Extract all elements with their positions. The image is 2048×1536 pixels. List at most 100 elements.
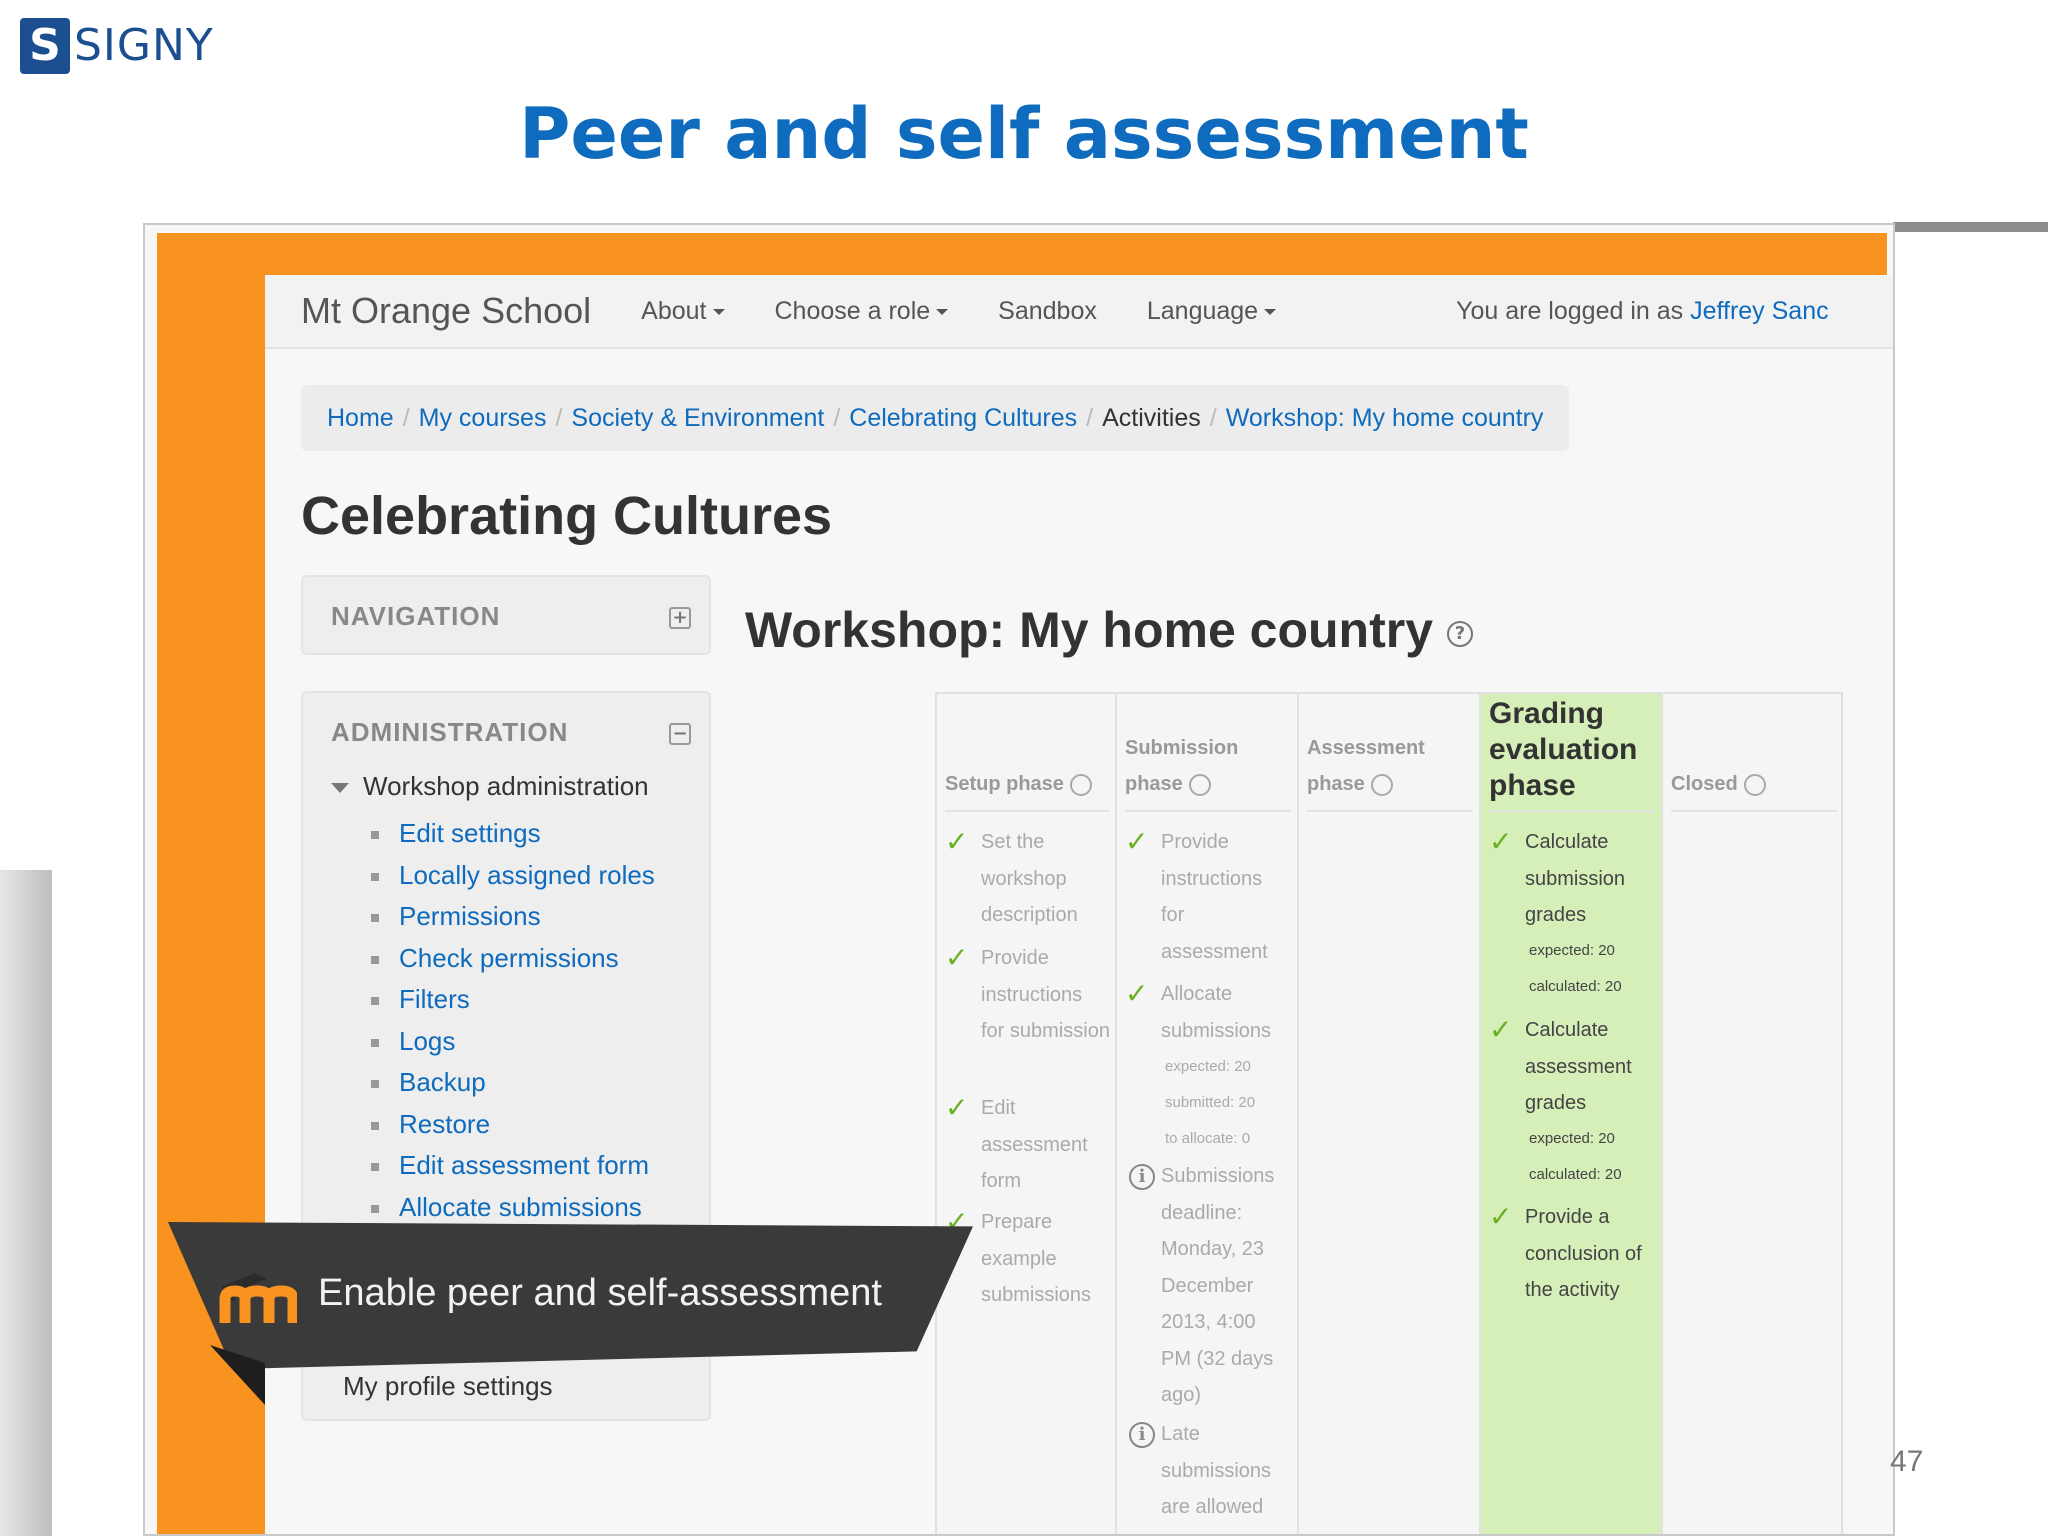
admin-link-filters[interactable]: Filters: [371, 979, 655, 1021]
allocate-to-allocate: to allocate: 0: [1165, 1130, 1251, 1147]
grading-task-label[interactable]: Calculate submission grades: [1525, 824, 1655, 934]
assessment-phase-column: Assessment phase: [1299, 694, 1481, 1534]
decorative-line: [1893, 222, 2048, 232]
breadcrumb-separator: /: [833, 403, 841, 432]
setup-task-label[interactable]: Provide instructions for submission: [981, 940, 1111, 1050]
dock-block-icon[interactable]: +: [669, 607, 691, 629]
breadcrumb-my-courses[interactable]: My courses: [419, 404, 547, 433]
bullet-icon: [371, 831, 379, 840]
submission-phase-label-line1: Submission: [1125, 737, 1239, 759]
workshop-phases-table: Setup phase ✓ Set the workshop descriptio…: [935, 692, 1843, 1534]
submission-grades-expected: expected: 20: [1529, 942, 1615, 959]
my-profile-settings[interactable]: My profile settings: [343, 1371, 553, 1402]
check-icon: ✓: [1489, 825, 1513, 858]
bullet-icon: [371, 914, 379, 923]
setup-phase-column: Setup phase ✓ Set the workshop descriptio…: [937, 694, 1117, 1534]
switch-phase-icon[interactable]: [1188, 773, 1211, 796]
administration-links: Edit settings Locally assigned roles Per…: [371, 813, 655, 1228]
presentation-slide: S SIGNY Peer and self assessment Mt Oran…: [0, 0, 2048, 1536]
admin-link-permissions[interactable]: Permissions: [371, 896, 655, 938]
check-icon: ✓: [1489, 1013, 1513, 1046]
navigation-block: NAVIGATION +: [301, 575, 711, 655]
navigation-block-title: NAVIGATION: [331, 601, 501, 631]
submission-task-label[interactable]: Allocate submissions: [1161, 976, 1291, 1049]
workshop-title-text: Workshop: My home country: [745, 602, 1434, 658]
admin-link-check-permissions[interactable]: Check permissions: [371, 938, 655, 980]
caret-down-icon: [1264, 308, 1277, 315]
admin-link-allocate-submissions[interactable]: Allocate submissions: [371, 1187, 655, 1229]
switch-phase-icon[interactable]: [1370, 773, 1393, 796]
bullet-icon: [371, 1204, 379, 1213]
breadcrumb-activities: Activities: [1102, 403, 1201, 432]
workshop-administration-node[interactable]: Workshop administration: [331, 771, 649, 802]
menu-language-label: Language: [1146, 296, 1259, 325]
admin-link-logs[interactable]: Logs: [371, 1021, 655, 1063]
closed-phase-header[interactable]: Closed: [1671, 694, 1837, 812]
collapse-block-icon[interactable]: −: [669, 723, 691, 745]
setup-task-label[interactable]: Edit assessment form: [981, 1090, 1111, 1200]
menu-sandbox[interactable]: Sandbox: [998, 297, 1097, 326]
bullet-icon: [371, 955, 379, 964]
submission-grades-calculated: calculated: 20: [1529, 978, 1622, 995]
admin-link-restore[interactable]: Restore: [371, 1104, 655, 1146]
setup-task-label[interactable]: Prepare example submissions: [981, 1204, 1111, 1314]
slide-page-number: 47: [1890, 1445, 1924, 1478]
assessment-phase-header[interactable]: Assessment phase: [1307, 694, 1473, 812]
logged-user-link[interactable]: Jeffrey Sanc: [1690, 297, 1829, 325]
info-icon: i: [1129, 1164, 1155, 1190]
submission-task-label[interactable]: Provide instructions for assessment: [1161, 824, 1291, 970]
admin-link-label: Allocate submissions: [399, 1191, 642, 1222]
check-icon: ✓: [1125, 977, 1149, 1010]
check-icon: ✓: [1489, 1200, 1513, 1233]
menu-language[interactable]: Language: [1146, 296, 1277, 326]
submission-phase-header[interactable]: Submission phase: [1125, 694, 1291, 812]
assessment-phase-title: Assessment phase: [1307, 730, 1425, 802]
banner-caption: Enable peer and self-assessment: [318, 1272, 882, 1314]
breadcrumb-separator: /: [1209, 403, 1217, 432]
caret-down-icon: [936, 308, 949, 315]
breadcrumb-home[interactable]: Home: [327, 404, 394, 433]
site-brand[interactable]: Mt Orange School: [301, 290, 591, 332]
expand-triangle-icon: [331, 783, 349, 794]
administration-block-title: ADMINISTRATION: [331, 717, 569, 747]
bullet-icon: [371, 872, 379, 881]
workshop-administration-label: Workshop administration: [363, 771, 649, 801]
check-icon: ✓: [945, 825, 969, 858]
menu-choose-role[interactable]: Choose a role: [775, 297, 949, 326]
menu-choose-role-label: Choose a role: [774, 296, 931, 325]
admin-link-label: Locally assigned roles: [399, 859, 655, 890]
breadcrumb-course[interactable]: Celebrating Cultures: [849, 404, 1077, 433]
switch-phase-icon[interactable]: [1743, 773, 1766, 796]
grading-task-label[interactable]: Calculate assessment grades: [1525, 1012, 1655, 1122]
caret-down-icon: [712, 308, 725, 315]
bullet-icon: [371, 1163, 379, 1172]
breadcrumb: Home / My courses / Society & Environment /…: [301, 385, 1570, 451]
admin-link-label: Backup: [399, 1067, 486, 1097]
switch-phase-icon[interactable]: [1069, 773, 1092, 796]
check-icon: ✓: [945, 1091, 969, 1124]
admin-link-locally-assigned-roles[interactable]: Locally assigned roles: [371, 855, 655, 897]
grading-task-label[interactable]: Provide a conclusion of the activity: [1525, 1199, 1655, 1309]
grading-phase-title: Grading evaluation phase: [1489, 697, 1638, 802]
grading-evaluation-phase-column: Grading evaluation phase ✓ Calculate subm…: [1481, 694, 1663, 1534]
setup-phase-header[interactable]: Setup phase: [945, 694, 1109, 812]
closed-phase-column: Closed: [1663, 694, 1843, 1534]
admin-link-edit-settings[interactable]: Edit settings: [371, 813, 655, 855]
help-icon[interactable]: ?: [1446, 620, 1473, 647]
admin-link-label: Check permissions: [399, 942, 619, 973]
assessment-grades-expected: expected: 20: [1529, 1130, 1615, 1147]
submission-deadline: Submissions deadline: Monday, 23 Decembe…: [1161, 1165, 1275, 1406]
admin-link-label: Edit assessment form: [399, 1150, 649, 1180]
grading-phase-header[interactable]: Grading evaluation phase: [1489, 694, 1655, 812]
setup-phase-title: Setup phase: [945, 766, 1092, 802]
breadcrumb-workshop[interactable]: Workshop: My home country: [1226, 404, 1544, 433]
bullet-icon: [371, 997, 379, 1006]
bullet-icon: [371, 1121, 379, 1130]
setup-task-label[interactable]: Set the workshop description: [981, 824, 1111, 934]
bullet-icon: [371, 1080, 379, 1089]
admin-link-backup[interactable]: Backup: [371, 1062, 655, 1104]
menu-about[interactable]: About: [641, 297, 725, 326]
breadcrumb-category[interactable]: Society & Environment: [571, 404, 824, 433]
bullet-icon: [371, 1038, 379, 1047]
admin-link-edit-assessment-form[interactable]: Edit assessment form: [371, 1145, 655, 1187]
